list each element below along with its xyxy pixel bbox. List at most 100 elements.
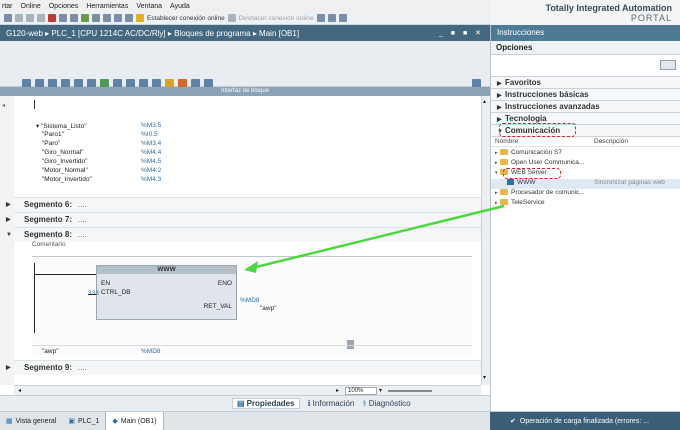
copy-icon[interactable]	[26, 14, 34, 22]
connect-online-icon[interactable]	[136, 14, 144, 22]
window-controls[interactable]: _ ■ ■ ✕	[439, 29, 490, 37]
scroll-left-icon[interactable]: ◂	[18, 387, 21, 394]
section-instrucciones-basicas[interactable]: ▶ Instrucciones básicas	[491, 89, 680, 101]
main-ob1-tab[interactable]: ◆ Main (OB1)	[105, 412, 164, 430]
info-icon: ℹ	[307, 399, 311, 408]
cross-reference-icon[interactable]	[327, 14, 336, 22]
compile-icon[interactable]	[81, 14, 89, 22]
zoom-select[interactable]: 100%	[345, 386, 378, 395]
tag-row[interactable]: "Paro" %M3.4	[42, 140, 222, 148]
col-nombre[interactable]: Nombre	[495, 138, 518, 145]
disconnect-online-button[interactable]: Deshacer conexión online	[239, 15, 314, 22]
tag-row[interactable]: "awp" %MD8	[42, 348, 242, 356]
program-editor: ◂ ▾ "Sistema_Listo" %M3.5 "Paro1" %I0.5 "P…	[0, 96, 481, 385]
tab-informacion[interactable]: ℹ Información	[308, 399, 355, 408]
zoom-slider[interactable]	[388, 389, 433, 392]
status-bar: ▦ Vista general ▣ PLC_1 ◆ Main (OB1) ✔ Opera…	[0, 411, 680, 430]
check-icon: ✔	[510, 418, 516, 425]
tree-item-web-server[interactable]: ▾ WEB Server	[491, 168, 680, 179]
vista-general-tab[interactable]: ▦ Vista general	[0, 412, 62, 430]
expand-arrow-icon[interactable]: ▶	[6, 361, 11, 375]
editor-vertical-scrollbar[interactable]: ▴ ▾	[481, 96, 490, 385]
segment-comment[interactable]: Comentario	[32, 241, 66, 248]
status-message[interactable]: ✔ Operación de carga finalizada (errores:…	[490, 412, 680, 430]
options-area	[491, 55, 680, 77]
connect-online-button[interactable]: Establecer conexión online	[147, 15, 225, 22]
properties-icon: ▤	[237, 399, 245, 408]
segment-7-header[interactable]: ▶ Segmento 7:....	[6, 212, 481, 227]
col-descripcion[interactable]: Descripción	[594, 138, 628, 145]
redo-icon[interactable]	[70, 14, 78, 22]
tag-row[interactable]: "Motor_Invertido" %M4.3	[42, 176, 222, 184]
menu-item-rtar[interactable]: rtar	[2, 3, 13, 10]
tag-row[interactable]: "Motor_Normal" %M4.2	[42, 167, 222, 175]
cursor-line	[34, 100, 35, 109]
segment-9-header[interactable]: ▶ Segmento 9:....	[6, 360, 481, 375]
cut-icon[interactable]	[15, 14, 23, 22]
tag-row[interactable]: ▾ "Sistema_Listo" %M3.5	[36, 122, 216, 130]
editor-toolbar	[0, 41, 490, 88]
tree-item-procesador[interactable]: ▸ Procesador de comunic...	[491, 189, 680, 199]
section-instrucciones-avanzadas[interactable]: ▶ Instrucciones avanzadas	[491, 101, 680, 113]
collapse-arrow-icon[interactable]: ▼	[6, 228, 12, 242]
segment-6-header[interactable]: ▶ Segmento 6:....	[6, 197, 481, 212]
folder-icon	[500, 149, 508, 156]
scroll-right-icon[interactable]: ▸	[336, 387, 339, 394]
tag-row[interactable]: "Paro1" %I0.5	[42, 131, 222, 139]
download-icon[interactable]	[92, 14, 100, 22]
block-icon	[507, 179, 514, 186]
expand-arrow-icon[interactable]: ▶	[6, 213, 11, 227]
folder-icon	[500, 199, 508, 206]
tag-row[interactable]: "Giro_Invertido" %M4.5	[42, 158, 222, 166]
divider	[32, 345, 472, 346]
paste-icon[interactable]	[37, 14, 45, 22]
folder-icon	[500, 159, 508, 166]
undo-icon[interactable]	[59, 14, 67, 22]
overview-icon: ▦	[6, 418, 13, 425]
menu-item-opciones[interactable]: Opciones	[49, 3, 79, 10]
section-favoritos[interactable]: ▶ Favoritos	[491, 77, 680, 89]
editor-breadcrumb: G120-web ▸ PLC_1 [CPU 1214C AC/DC/Rly] ▸…	[6, 28, 300, 38]
accessible-devices-icon[interactable]	[316, 14, 325, 22]
section-comunicacion[interactable]: ▼ Comunicación	[491, 123, 680, 137]
expand-arrow-icon[interactable]: ▶	[6, 198, 11, 212]
scroll-down-icon[interactable]: ▾	[483, 374, 486, 381]
ctrl-db-wire	[88, 294, 96, 295]
tab-diagnostico[interactable]: ⚕ Diagnóstico	[362, 399, 410, 408]
menu-item-ayuda[interactable]: Ayuda	[170, 3, 190, 10]
www-function-block[interactable]: WWW EN ENO CTRL_DB RET_VAL	[96, 265, 237, 320]
menu-item-online[interactable]: Online	[21, 3, 41, 10]
disconnect-online-icon[interactable]	[227, 14, 236, 22]
plc-tab[interactable]: ▣ PLC_1	[62, 412, 105, 430]
menu-item-herramientas[interactable]: Herramientas	[86, 3, 128, 10]
instructions-header: Instrucciones	[491, 25, 680, 41]
interface-bar[interactable]: Interfaz de bloque	[0, 87, 490, 96]
brand-title: Totally Integrated Automation	[545, 3, 672, 13]
split-editor-icon[interactable]	[338, 14, 347, 22]
ret-val-address[interactable]: %MD8	[240, 297, 260, 304]
tree-item-teleservice[interactable]: ▸ TeleService	[491, 199, 680, 209]
monitor-icon[interactable]	[125, 14, 133, 22]
zoom-dropdown-icon[interactable]: ▾	[379, 387, 382, 394]
scroll-up-icon[interactable]: ▴	[483, 98, 486, 105]
editor-horizontal-scrollbar[interactable]: ◂ ▸ 100% ▾	[14, 385, 481, 395]
plc-icon: ▣	[68, 418, 75, 425]
save-icon[interactable]	[4, 14, 12, 22]
ret-val-tag[interactable]: "awp"	[260, 305, 277, 312]
tab-propiedades[interactable]: ▤ Propiedades	[232, 398, 300, 409]
annotation-highlight	[503, 168, 561, 179]
segment-8-header[interactable]: ▼ Segmento 8:....	[6, 227, 481, 242]
delete-icon[interactable]	[48, 14, 56, 22]
upload-icon[interactable]	[103, 14, 111, 22]
layout-toggle-icon[interactable]	[660, 60, 676, 70]
eno-pin: ENO	[217, 280, 232, 287]
menu-item-ventana[interactable]: Ventana	[136, 3, 162, 10]
menu-bar: rtar Online Opciones Herramientas Ventan…	[0, 0, 490, 12]
instructions-panel: Instrucciones Opciones ▶ Favoritos ▶ Instr…	[490, 25, 680, 411]
tag-row[interactable]: "Giro_Normal" %M4.4	[42, 149, 222, 157]
en-pin: EN	[101, 280, 111, 287]
options-header[interactable]: Opciones	[491, 41, 680, 55]
tree-item-www[interactable]: WWW Sincronizar páginas web	[491, 179, 680, 189]
tree-item-comunicacion-s7[interactable]: ▸ Comunicación S7	[491, 149, 680, 159]
simulate-icon[interactable]	[114, 14, 122, 22]
